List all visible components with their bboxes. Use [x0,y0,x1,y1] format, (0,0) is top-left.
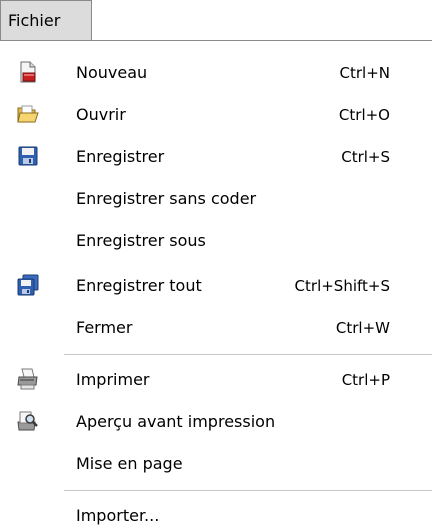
menu-item-label: Aperçu avant impression [76,412,276,431]
open-folder-icon [17,103,39,125]
menu-item-enregistrer-tout[interactable]: Enregistrer tout Ctrl+Shift+S [0,265,432,307]
shortcut-label: Ctrl+Shift+S [294,277,390,295]
shortcut-label: Ctrl+S [341,148,390,166]
menu-separator [64,354,432,355]
menu-item-label: Enregistrer sans coder [76,189,257,208]
menu-item-imprimer[interactable]: Imprimer Ctrl+P [0,359,432,401]
menu-fichier[interactable]: Fichier [0,0,92,40]
menu-item-label: Imprimer [76,370,150,389]
fichier-dropdown-menu: Nouveau Ctrl+N Ouvrir Ctrl+O Enregistrer… [0,40,432,529]
print-preview-icon [17,410,39,432]
new-document-icon [17,61,39,83]
shortcut-label: Ctrl+N [339,64,390,82]
shortcut-label: Ctrl+W [335,319,390,337]
shortcut-label: Ctrl+O [338,106,390,124]
menu-item-apercu-avant-impression[interactable]: Aperçu avant impression [0,401,432,443]
menu-item-label: Enregistrer sous [76,231,206,250]
printer-icon [17,368,39,390]
save-all-icon [17,274,39,296]
menu-item-enregistrer-sans-coder[interactable]: Enregistrer sans coder [0,178,432,220]
menu-item-label: Mise en page [76,454,183,473]
menu-item-label: Ouvrir [76,105,126,124]
shortcut-label: Ctrl+P [341,371,390,389]
save-disk-icon [17,145,39,167]
menu-item-label: Importer... [76,506,160,525]
menu-item-mise-en-page[interactable]: Mise en page [0,443,432,485]
menu-item-nouveau[interactable]: Nouveau Ctrl+N [0,52,432,94]
menu-separator [64,490,432,491]
menu-item-enregistrer-sous[interactable]: Enregistrer sous [0,220,432,262]
menu-item-label: Fermer [76,318,133,337]
menu-item-label: Enregistrer [76,147,165,166]
menu-item-enregistrer[interactable]: Enregistrer Ctrl+S [0,136,432,178]
menu-item-label: Nouveau [76,63,148,82]
menu-item-fermer[interactable]: Fermer Ctrl+W [0,307,432,349]
menu-item-importer[interactable]: Importer... [0,495,432,529]
menu-bar: Fichier [0,0,432,40]
menu-item-ouvrir[interactable]: Ouvrir Ctrl+O [0,94,432,136]
menu-item-label: Enregistrer tout [76,276,202,295]
